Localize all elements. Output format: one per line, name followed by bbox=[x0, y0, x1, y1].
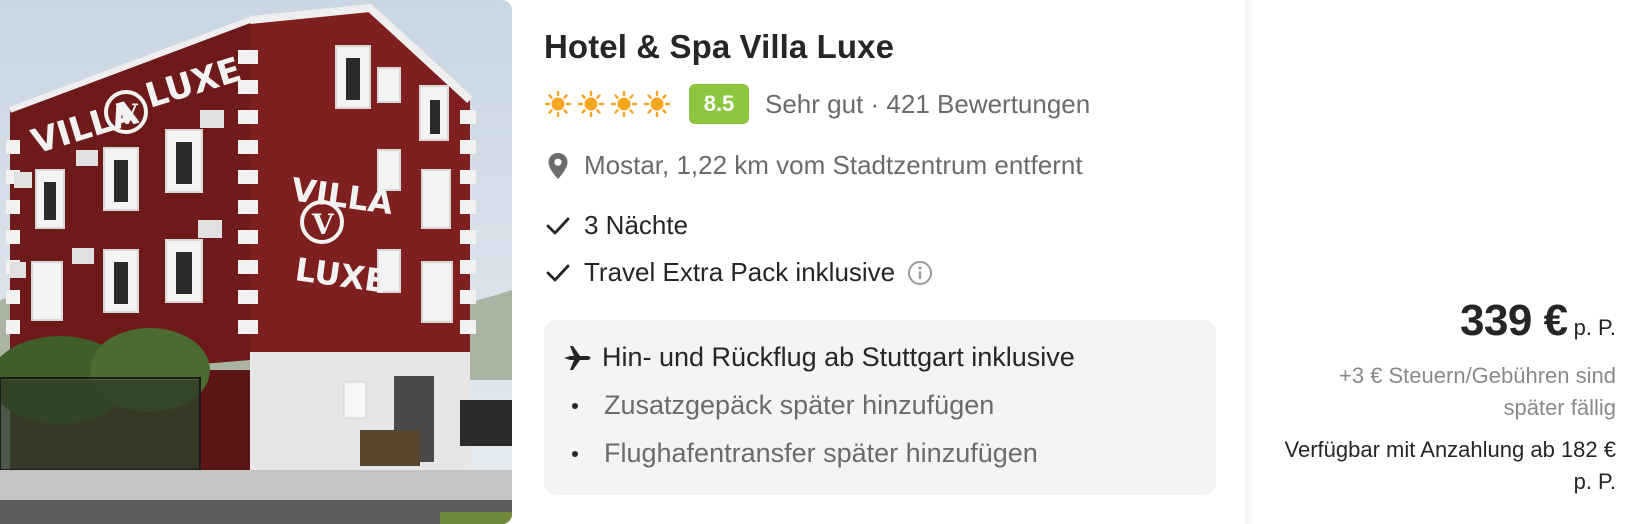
bullet-dot bbox=[572, 450, 578, 457]
price-line: 339 € p. P. bbox=[1276, 296, 1616, 346]
price-amount: 339 € bbox=[1459, 296, 1568, 345]
airplane-icon bbox=[564, 345, 591, 370]
check-icon bbox=[544, 259, 572, 287]
info-icon[interactable] bbox=[907, 260, 933, 286]
svg-text:V: V bbox=[115, 98, 139, 131]
sun-icon bbox=[577, 90, 605, 118]
hotel-name[interactable]: Hotel & Spa Villa Luxe bbox=[544, 28, 894, 66]
location-text: Mostar, 1,22 km vom Stadtzentrum entfern… bbox=[584, 150, 1083, 180]
extra-pack-row: Travel Extra Pack inklusive bbox=[544, 257, 933, 288]
flight-option-text: Zusatzgepäck später hinzufügen bbox=[604, 390, 995, 420]
extra-pack-text: Travel Extra Pack inklusive bbox=[584, 257, 896, 287]
column-divider bbox=[1245, 0, 1253, 524]
flight-included-row: Hin- und Rückflug ab Stuttgart inklusive bbox=[562, 342, 1075, 373]
star-rating bbox=[544, 90, 671, 118]
flight-option-transfer: Flughafentransfer später hinzufügen bbox=[572, 438, 1038, 469]
price-unit: p. P. bbox=[1573, 315, 1616, 340]
nights-text: 3 Nächte bbox=[584, 210, 689, 240]
nights-row: 3 Nächte bbox=[544, 210, 688, 241]
check-icon bbox=[544, 212, 572, 240]
hotel-offer-card[interactable]: VILLA LUXE VILLA LUXE V V Hotel & Spa Vi… bbox=[0, 0, 1646, 524]
svg-text:V: V bbox=[311, 208, 335, 241]
review-summary-link[interactable]: Sehr gut · 421 Bewertungen bbox=[765, 89, 1090, 120]
flight-option-baggage: Zusatzgepäck später hinzufügen bbox=[572, 390, 994, 421]
rating-row: 8.5 Sehr gut · 421 Bewertungen bbox=[544, 84, 1090, 124]
hotel-photo[interactable]: VILLA LUXE VILLA LUXE V V bbox=[0, 0, 512, 524]
fees-note: +3 € Steuern/Gebühren sind später fällig bbox=[1338, 363, 1616, 420]
hotel-details: Hotel & Spa Villa Luxe 8.5 Sehr gut · 42… bbox=[544, 0, 1218, 524]
review-score-badge: 8.5 bbox=[689, 84, 749, 124]
sun-icon bbox=[643, 90, 671, 118]
hotel-building-image: VILLA LUXE VILLA LUXE V V bbox=[0, 0, 512, 524]
deposit-note: Verfügbar mit Anzahlung ab 182 € p. P. bbox=[1284, 437, 1616, 494]
sun-icon bbox=[610, 90, 638, 118]
flight-included-text: Hin- und Rückflug ab Stuttgart inklusive bbox=[602, 342, 1075, 372]
sun-icon bbox=[544, 90, 572, 118]
price-column: 339 € p. P. +3 € Steuern/Gebühren sind s… bbox=[1276, 296, 1616, 498]
flight-option-text: Flughafentransfer später hinzufügen bbox=[604, 438, 1038, 468]
location-row: Mostar, 1,22 km vom Stadtzentrum entfern… bbox=[544, 150, 1083, 181]
map-pin-icon bbox=[544, 152, 572, 180]
bullet-dot bbox=[572, 402, 578, 409]
